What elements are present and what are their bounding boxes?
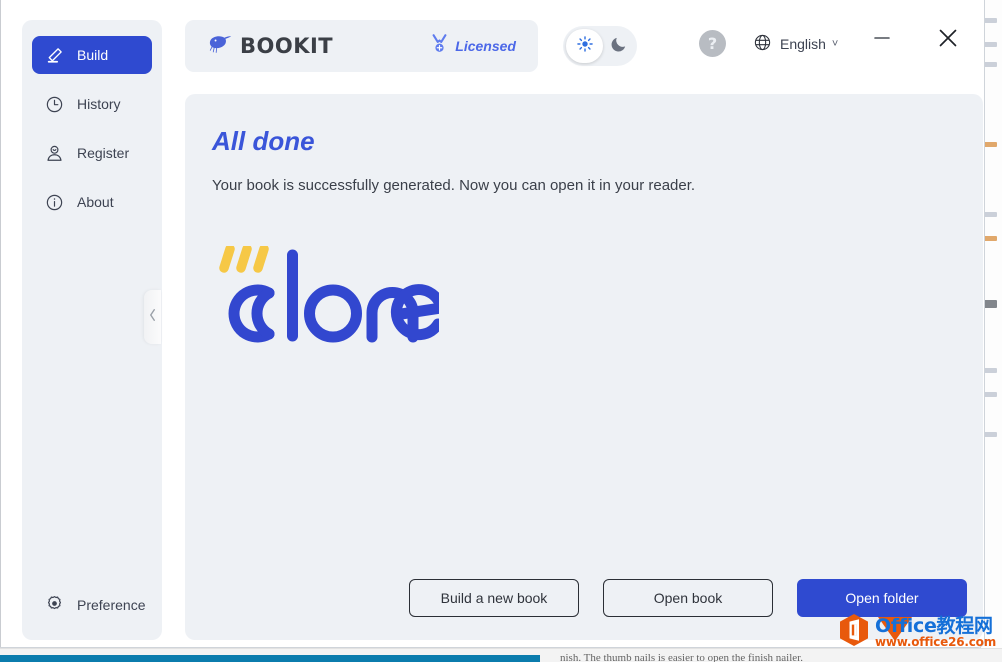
close-icon — [935, 25, 961, 56]
sidebar-item-history[interactable]: History — [32, 85, 152, 123]
logo-bar: BOOKIT Licensed — [185, 20, 538, 72]
globe-icon — [753, 33, 772, 55]
theme-toggle-dark-slot[interactable] — [610, 26, 628, 66]
sidebar-item-label: About — [77, 194, 114, 210]
sidebar: Build History Register About Preference — [22, 20, 162, 640]
chevron-down-icon: ˅ — [831, 38, 839, 50]
language-selector[interactable]: English ˅ — [753, 33, 838, 55]
sidebar-collapse-handle[interactable] — [144, 290, 161, 344]
pencil-icon — [45, 46, 64, 65]
background-window-bottom-bar: nish. The thumb nails is easier to open … — [0, 648, 1002, 662]
brand-name: BOOKIT — [240, 34, 334, 58]
window-controls — [868, 26, 962, 54]
license-label: Licensed — [455, 38, 516, 54]
action-buttons: Build a new book Open book Open folder — [185, 579, 983, 617]
language-label: English — [780, 36, 826, 52]
sidebar-item-preference[interactable]: Preference — [32, 588, 152, 622]
person-icon — [45, 144, 64, 163]
info-icon — [45, 193, 64, 212]
question-mark-icon: ? — [707, 34, 718, 53]
theme-toggle-knob[interactable] — [566, 29, 603, 63]
sidebar-item-build[interactable]: Build — [32, 36, 152, 74]
application-window: Build History Register About Preference … — [0, 0, 985, 648]
brand: BOOKIT — [207, 34, 333, 59]
sidebar-item-label: Build — [77, 47, 109, 63]
button-label: Build a new book — [440, 590, 548, 606]
medal-icon — [431, 34, 448, 58]
page-subtitle: Your book is successfully generated. Now… — [212, 177, 696, 194]
chevron-left-icon — [148, 308, 157, 327]
main-content-card: All done Your book is successfully gener… — [185, 94, 983, 640]
gear-icon — [45, 594, 64, 616]
page-title: All done — [212, 126, 315, 156]
build-a-new-book-button[interactable]: Build a new book — [409, 579, 579, 617]
sidebar-item-register[interactable]: Register — [32, 134, 152, 172]
sidebar-item-about[interactable]: About — [32, 183, 152, 221]
minimize-button[interactable] — [868, 26, 896, 54]
clock-icon — [45, 95, 64, 114]
license-badge: Licensed — [431, 34, 516, 58]
done-illustration — [209, 244, 448, 366]
background-window-text: nish. The thumb nails is easier to open … — [560, 652, 803, 662]
open-folder-button[interactable]: Open folder — [797, 579, 967, 617]
sidebar-nav-list: Build History Register About — [32, 36, 152, 232]
minimize-icon — [871, 27, 893, 54]
close-button[interactable] — [934, 26, 962, 54]
button-label: Open book — [653, 590, 723, 606]
preference-label: Preference — [77, 597, 146, 613]
button-label: Open folder — [845, 590, 919, 606]
moon-icon — [610, 35, 628, 58]
open-book-button[interactable]: Open book — [603, 579, 773, 617]
sun-icon — [576, 35, 594, 58]
theme-toggle[interactable] — [563, 26, 637, 66]
sidebar-item-label: History — [77, 96, 121, 112]
sidebar-item-label: Register — [77, 145, 130, 161]
help-button[interactable]: ? — [699, 30, 726, 57]
kiwi-bird-icon — [207, 34, 233, 59]
background-progress-bar — [0, 655, 540, 662]
